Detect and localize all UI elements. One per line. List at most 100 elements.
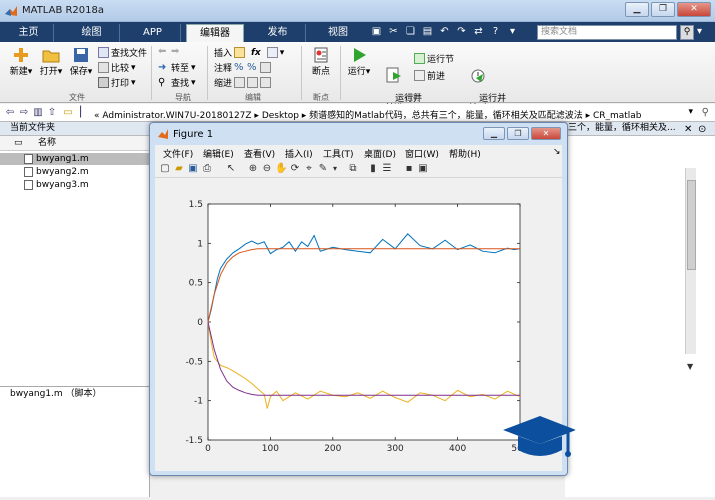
run-icon	[354, 48, 366, 62]
name-column-header[interactable]: ▭ 名称	[0, 136, 150, 151]
address-bar: ⇦ ⇨ ▥ ⇧ ▭ ▏ « Administrator.WIN7U-201801…	[0, 104, 715, 122]
advance-button[interactable]: 前进	[414, 69, 445, 82]
paste-quick-icon[interactable]: ▤	[421, 25, 434, 38]
open-file-icon[interactable]: ▰	[173, 163, 185, 175]
compare-button[interactable]: 比较 ▾	[98, 61, 136, 74]
switch-windows-icon[interactable]: ⇄	[472, 25, 485, 38]
new-figure-icon[interactable]: ▢	[159, 163, 171, 175]
maximize-button[interactable]: ❐	[651, 2, 675, 17]
browse-folder-icon[interactable]: ▥	[32, 107, 44, 119]
quick-access-dropdown-icon[interactable]: ▾	[506, 25, 519, 38]
file-item-bwyang3[interactable]: bwyang3.m	[0, 179, 150, 191]
goto-button[interactable]: ➜ 转至 ▾	[158, 61, 196, 74]
tab-home[interactable]: 主页	[4, 24, 54, 42]
zoom-in-icon[interactable]: ⊕	[247, 163, 259, 175]
find-files-button[interactable]: 查找文件	[98, 46, 147, 59]
help-quick-icon[interactable]: ?	[489, 25, 502, 38]
decrease-indent-icon[interactable]	[260, 77, 272, 88]
wrap-comments-icon[interactable]	[260, 62, 272, 73]
up-folder-icon[interactable]: ⇧	[46, 107, 58, 119]
goto-icon: ➜	[158, 62, 167, 73]
current-folder-path[interactable]: « Administrator.WIN7U-20180127Z ▸ Deskto…	[94, 108, 642, 121]
back-icon[interactable]: ⇦	[4, 107, 16, 119]
save-quick-icon[interactable]: ▣	[370, 25, 383, 38]
forward-icon[interactable]: ⇨	[18, 107, 30, 119]
x-tick-label: 400	[449, 444, 466, 454]
compare-icon	[98, 62, 109, 73]
insert-legend-icon[interactable]: ☰	[381, 163, 393, 175]
insert-button[interactable]: 插入 fx ▾	[214, 46, 284, 59]
tab-apps[interactable]: APP	[125, 24, 181, 42]
path-dropdown-icon[interactable]: ▾	[688, 107, 693, 117]
print-figure-icon[interactable]: ⎙	[201, 163, 213, 175]
find-button[interactable]: ⚲ 查找 ▾	[158, 76, 196, 89]
open-button[interactable]: 打开▾	[38, 46, 64, 77]
path-search-icon[interactable]: ⚲	[702, 107, 709, 118]
save-button[interactable]: 保存▾	[68, 46, 94, 77]
new-button[interactable]: 新建▾	[8, 46, 34, 77]
comment-button[interactable]: 注释 % %	[214, 61, 272, 74]
search-icon[interactable]: ⚲	[680, 25, 694, 40]
panel-menu-icon[interactable]: ⊙	[698, 124, 706, 135]
figure-close-button[interactable]: ✕	[531, 127, 561, 140]
run-button[interactable]: 运行▾	[345, 46, 373, 77]
breakpoints-button[interactable]: 断点	[306, 46, 336, 77]
minimize-button[interactable]: ▁	[625, 2, 649, 17]
menu-tools[interactable]: 工具(T)	[323, 147, 354, 160]
data-cursor-icon[interactable]: ⌖	[303, 163, 315, 175]
zoom-out-icon[interactable]: ⊖	[261, 163, 273, 175]
insert-section-icon[interactable]	[266, 47, 278, 58]
print-button[interactable]: 打印 ▾	[98, 76, 136, 89]
uncomment-icon[interactable]: %	[247, 62, 258, 73]
menu-insert[interactable]: 插入(I)	[285, 147, 313, 160]
save-figure-icon[interactable]: ▣	[187, 163, 199, 175]
copy-quick-icon[interactable]: ❏	[404, 25, 417, 38]
edit-plot-icon[interactable]: ↖	[225, 163, 237, 175]
tab-view[interactable]: 视图	[310, 24, 366, 42]
percent-comment-icon: %	[234, 62, 244, 73]
run-section-button[interactable]: 运行节	[414, 52, 454, 65]
collapse-icon[interactable]: ▭	[14, 136, 26, 151]
menu-file[interactable]: 文件(F)	[163, 147, 193, 160]
close-button[interactable]: ✕	[677, 2, 711, 17]
brush-icon[interactable]: ✎	[317, 163, 329, 175]
file-item-bwyang2[interactable]: bwyang2.m	[0, 166, 150, 178]
x-tick-label: 0	[205, 444, 211, 454]
fx-icon[interactable]: fx	[251, 48, 261, 58]
scroll-down-arrow-icon[interactable]: ▼	[687, 362, 693, 371]
menu-window[interactable]: 窗口(W)	[405, 147, 439, 160]
scroll-thumb[interactable]	[687, 180, 696, 270]
indent-button[interactable]: 缩进	[214, 76, 272, 89]
editor-tab-header: 三个，能量，循环相关及...	[565, 122, 715, 136]
link-plot-icon[interactable]: ⧉	[347, 163, 359, 175]
matlab-logo-icon	[5, 6, 17, 16]
rotate-3d-icon[interactable]: ⟳	[289, 163, 301, 175]
hide-plot-tools-icon[interactable]: ▪	[403, 163, 415, 175]
brush-dropdown-icon[interactable]: ▾	[329, 163, 341, 175]
title-bar: MATLAB R2018a ▁ ❐ ✕	[0, 0, 715, 22]
menu-view[interactable]: 查看(V)	[244, 147, 275, 160]
help-dropdown-icon[interactable]: ▾	[697, 25, 711, 40]
tab-editor[interactable]: 编辑器	[186, 24, 244, 42]
figure-maximize-button[interactable]: ❐	[507, 127, 529, 140]
search-docs-input[interactable]: 搜索文档	[537, 25, 677, 40]
tab-plots[interactable]: 绘图	[64, 24, 120, 42]
back-forward-buttons[interactable]: ⬅ ➡	[158, 46, 182, 57]
tab-publish[interactable]: 发布	[250, 24, 306, 42]
redo-quick-icon[interactable]: ↷	[455, 25, 468, 38]
show-plot-tools-icon[interactable]: ▣	[417, 163, 429, 175]
m-file-icon	[24, 180, 33, 190]
menu-help[interactable]: 帮助(H)	[449, 147, 481, 160]
menu-edit[interactable]: 编辑(E)	[203, 147, 234, 160]
undo-quick-icon[interactable]: ↶	[438, 25, 451, 38]
pan-icon[interactable]: ✋	[275, 163, 287, 175]
panel-close-icon[interactable]: ✕	[684, 124, 692, 135]
figure-minimize-button[interactable]: ▁	[483, 127, 505, 140]
menu-desktop[interactable]: 桌面(D)	[364, 147, 396, 160]
cut-quick-icon[interactable]: ✂	[387, 25, 400, 38]
menu-dock-icon[interactable]: ↘	[553, 147, 561, 157]
file-item-bwyang1[interactable]: bwyang1.m	[0, 153, 150, 165]
vertical-scrollbar[interactable]	[685, 168, 696, 354]
insert-colorbar-icon[interactable]: ▮	[367, 163, 379, 175]
increase-indent-icon[interactable]	[247, 77, 259, 88]
